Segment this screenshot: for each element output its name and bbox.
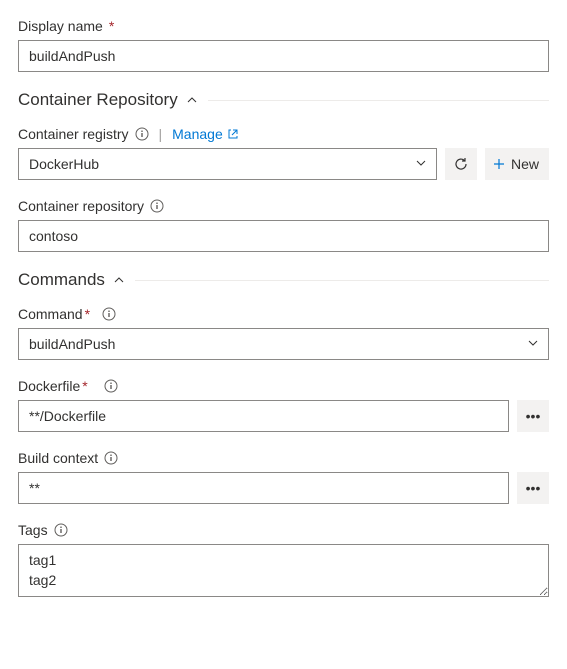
info-icon[interactable] xyxy=(102,307,116,321)
section-title: Commands xyxy=(18,270,105,290)
container-repository-section-header[interactable]: Container Repository xyxy=(18,90,549,110)
command-label: Command xyxy=(18,306,83,322)
info-icon[interactable] xyxy=(104,379,118,393)
browse-button[interactable]: ••• xyxy=(517,400,549,432)
section-divider xyxy=(135,280,549,281)
container-repository-input[interactable] xyxy=(18,220,549,252)
info-icon[interactable] xyxy=(150,199,164,213)
browse-button[interactable]: ••• xyxy=(517,472,549,504)
info-icon[interactable] xyxy=(54,523,68,537)
refresh-icon xyxy=(453,156,469,172)
section-divider xyxy=(208,100,549,101)
section-title: Container Repository xyxy=(18,90,178,110)
info-icon[interactable] xyxy=(104,451,118,465)
ellipsis-icon: ••• xyxy=(526,480,541,496)
ellipsis-icon: ••• xyxy=(526,408,541,424)
tags-textarea[interactable] xyxy=(18,544,549,597)
container-registry-dropdown[interactable]: DockerHub xyxy=(18,148,437,180)
display-name-input[interactable] xyxy=(18,40,549,72)
chevron-up-icon xyxy=(113,274,125,286)
build-context-input[interactable] xyxy=(18,472,509,504)
build-context-label: Build context xyxy=(18,450,98,466)
refresh-button[interactable] xyxy=(445,148,477,180)
dockerfile-label: Dockerfile xyxy=(18,378,80,394)
display-name-label: Display name* xyxy=(18,18,549,34)
chevron-up-icon xyxy=(186,94,198,106)
info-icon[interactable] xyxy=(135,127,149,141)
container-registry-label: Container registry xyxy=(18,126,129,142)
required-star: * xyxy=(109,18,114,34)
tags-label: Tags xyxy=(18,522,48,538)
container-repository-label: Container repository xyxy=(18,198,144,214)
manage-link[interactable]: Manage xyxy=(172,126,239,142)
commands-section-header[interactable]: Commands xyxy=(18,270,549,290)
required-star: * xyxy=(85,306,90,322)
dropdown-selected-value: buildAndPush xyxy=(29,336,115,352)
command-dropdown[interactable]: buildAndPush xyxy=(18,328,549,360)
dropdown-selected-value: DockerHub xyxy=(29,156,99,172)
new-button[interactable]: New xyxy=(485,148,549,180)
external-link-icon xyxy=(227,128,239,140)
new-button-label: New xyxy=(511,156,539,172)
required-star: * xyxy=(82,378,87,394)
plus-icon xyxy=(491,156,507,172)
dockerfile-input[interactable] xyxy=(18,400,509,432)
separator: | xyxy=(159,126,163,142)
